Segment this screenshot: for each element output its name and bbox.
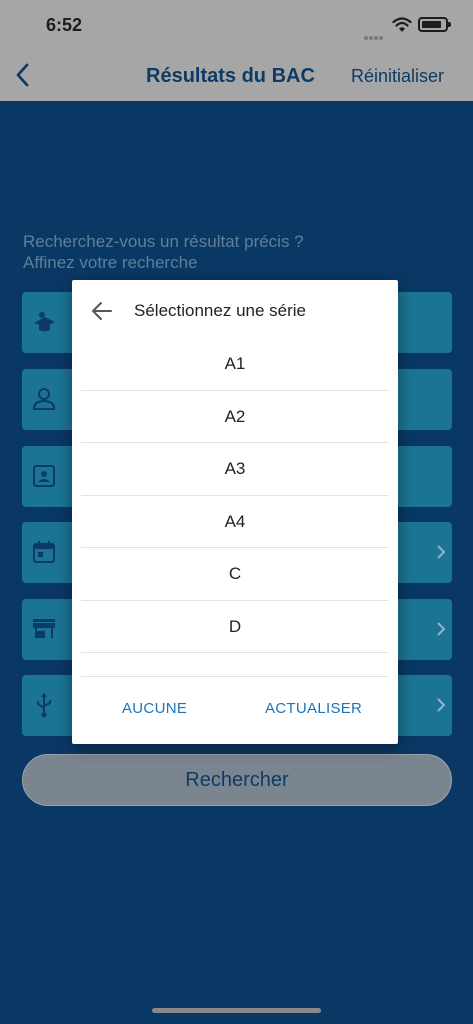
none-button[interactable]: AUCUNE: [122, 700, 187, 717]
signal-icon: [364, 27, 386, 40]
chevron-right-icon: [437, 545, 446, 559]
navigation-bar: Résultats du BAC Réinitialiser: [0, 52, 473, 101]
chevron-right-icon: [437, 698, 446, 712]
series-option[interactable]: A3: [81, 443, 389, 496]
series-option[interactable]: A4: [81, 496, 389, 548]
wifi-icon: [392, 17, 412, 32]
status-bar: 6:52: [0, 0, 473, 52]
status-time: 6:52: [46, 15, 83, 35]
series-option[interactable]: D: [81, 601, 389, 653]
series-options-list[interactable]: A1 A2 A3 A4 C D: [81, 338, 389, 677]
reset-button[interactable]: Réinitialiser: [351, 66, 444, 87]
arrow-left-icon[interactable]: [91, 300, 113, 322]
graduation-cap-icon: [34, 312, 55, 332]
series-picker-dialog: Sélectionnez une série A1 A2 A3 A4 C D A…: [72, 280, 398, 744]
store-icon: [33, 619, 55, 638]
hint-line-1: Recherchez-vous un résultat précis ?: [23, 232, 304, 251]
battery-icon: [418, 17, 451, 32]
hint-line-2: Affinez votre recherche: [23, 253, 198, 272]
search-button[interactable]: Rechercher: [22, 754, 452, 806]
id-card-icon: [33, 465, 55, 487]
dialog-divider: [81, 676, 389, 677]
series-option[interactable]: A2: [81, 391, 389, 443]
search-hint: Recherchez-vous un résultat précis ? Aff…: [23, 231, 353, 273]
back-chevron-icon[interactable]: [12, 60, 36, 90]
dialog-title: Sélectionnez une série: [134, 301, 307, 320]
usb-icon: [37, 693, 51, 718]
series-option[interactable]: A1: [81, 338, 389, 391]
calendar-icon: [33, 541, 55, 563]
page-title: Résultats du BAC: [146, 65, 315, 87]
chevron-right-icon: [437, 622, 446, 636]
home-indicator[interactable]: [152, 1008, 321, 1013]
series-option[interactable]: C: [81, 548, 389, 601]
person-icon: [32, 388, 56, 410]
update-button[interactable]: ACTUALISER: [265, 700, 362, 717]
